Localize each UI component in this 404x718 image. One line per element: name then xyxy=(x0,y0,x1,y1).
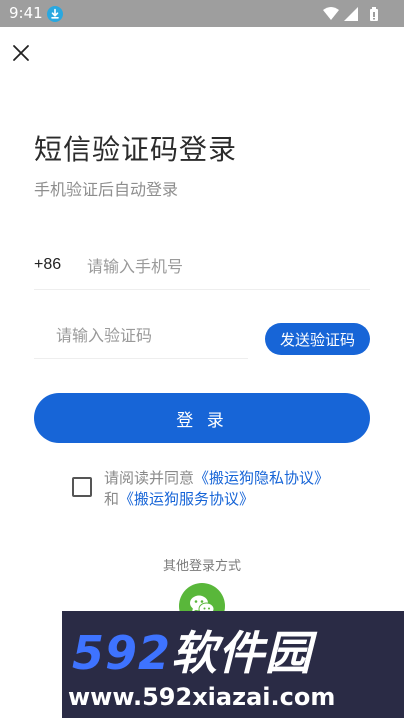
send-code-button[interactable]: 发送验证码 xyxy=(265,323,370,355)
close-icon xyxy=(13,45,29,61)
status-time: 9:41 xyxy=(9,4,43,22)
agreement-line-1: 请阅读并同意《搬运狗隐私协议》 xyxy=(104,467,329,488)
close-button[interactable] xyxy=(10,42,32,64)
agreement-prefix: 请阅读并同意 xyxy=(104,469,195,487)
service-link[interactable]: 《搬运狗服务协议》 xyxy=(119,490,254,508)
watermark-brand-text: 软件园 xyxy=(171,626,313,680)
phone-row: +86 xyxy=(34,245,370,290)
agree-checkbox[interactable] xyxy=(72,477,92,497)
code-row xyxy=(34,314,248,359)
agreement-line-2: 和《搬运狗服务协议》 xyxy=(104,488,254,509)
agreement-and: 和 xyxy=(104,490,120,508)
privacy-link[interactable]: 《搬运狗隐私协议》 xyxy=(194,469,329,487)
watermark-brand: 592软件园 xyxy=(72,617,312,683)
watermark-url: www.592xiazai.com xyxy=(68,683,336,711)
code-input[interactable] xyxy=(56,320,246,350)
other-login-label: 其他登录方式 xyxy=(162,559,241,574)
watermark-brand-number: 592 xyxy=(72,626,172,680)
watermark-banner: 592软件园 www.592xiazai.com xyxy=(62,611,404,718)
page-title: 短信验证码登录 xyxy=(34,133,238,166)
country-code[interactable]: +86 xyxy=(34,256,61,274)
download-icon xyxy=(47,6,63,22)
login-button[interactable]: 登 录 xyxy=(34,393,370,443)
wifi-icon xyxy=(323,7,339,20)
signal-icon xyxy=(344,7,358,21)
status-right-icons xyxy=(322,6,384,22)
page-subtitle: 手机验证后自动登录 xyxy=(34,180,179,199)
battery-icon xyxy=(370,7,378,21)
status-bar: 9:41 xyxy=(0,0,404,27)
phone-input[interactable] xyxy=(87,251,357,281)
